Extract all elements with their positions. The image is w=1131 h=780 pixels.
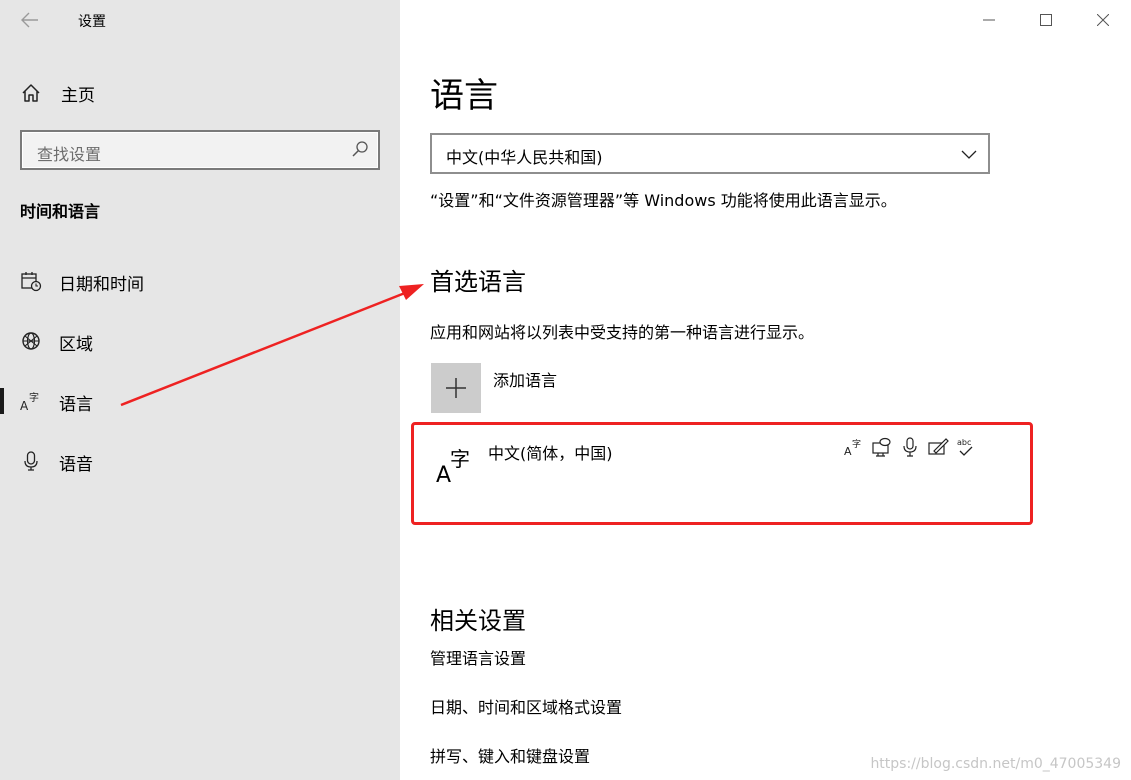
search-input[interactable]: 查找设置 [37,141,101,165]
spelling-typing-keyboard-link[interactable]: 拼写、键入和键盘设置 [430,743,590,767]
svg-text:A: A [844,445,852,458]
speech-recognition-icon [899,436,921,458]
language-icon: A 字 [436,447,470,484]
handwriting-icon [927,436,949,458]
preferred-languages-heading: 首选语言 [430,268,526,296]
svg-text:A: A [436,463,451,484]
sidebar-item-label: 语言 [59,395,93,415]
sidebar: 设置 主页 查找设置 时间和语言 日期和时间 区域 A 字 语言 语音 [0,0,400,780]
window-controls [960,0,1131,40]
globe-icon [22,332,40,350]
microphone-icon [24,451,38,471]
add-language-label: 添加语言 [493,371,558,390]
title-bar: 设置 [0,0,400,40]
maximize-icon [1039,14,1052,26]
date-time-region-format-link[interactable]: 日期、时间和区域格式设置 [430,694,622,718]
sidebar-item-label: 语音 [59,455,93,475]
home-label: 主页 [61,86,95,106]
language-features: A 字 abc [843,436,977,458]
minimize-button[interactable] [960,0,1017,40]
language-name: 中文(简体，中国) [488,444,613,463]
svg-text:A: A [20,399,29,412]
language-list-item[interactable]: A 字 中文(简体，中国) A 字 abc [430,428,1020,518]
sidebar-item-region[interactable]: 区域 [0,318,400,364]
main-content: 语言 中文(中华人民共和国) “设置”和“文件资源管理器”等 Windows 功… [400,0,1131,780]
back-button[interactable] [14,6,46,34]
text-to-speech-icon [871,436,893,458]
sidebar-item-language[interactable]: A 字 语言 [0,378,400,424]
selection-indicator [0,388,4,414]
display-language-icon: A 字 [843,436,865,458]
svg-text:abc: abc [957,438,971,447]
language-icon: A 字 [20,391,39,412]
add-button-tile [431,363,481,413]
sidebar-item-date-time[interactable]: 日期和时间 [0,258,400,304]
spell-check-icon: abc [955,436,977,458]
search-icon[interactable] [351,140,369,158]
chevron-down-icon [961,150,977,159]
svg-text:字: 字 [450,447,470,471]
section-title: 时间和语言 [20,202,101,221]
display-language-select[interactable]: 中文(中华人民共和国) [430,133,990,174]
related-settings-heading: 相关设置 [430,607,526,635]
minimize-icon [982,19,995,21]
sidebar-item-label: 日期和时间 [59,275,144,295]
page-title: 语言 [430,76,498,116]
preferred-languages-description: 应用和网站将以列表中受支持的第一种语言进行显示。 [430,323,815,342]
selected-value: 中文(中华人民共和国) [446,148,603,167]
close-button[interactable] [1074,0,1131,40]
manage-language-settings-link[interactable]: 管理语言设置 [430,645,526,669]
back-arrow-icon [21,12,38,28]
plus-icon [446,378,466,398]
watermark: https://blog.csdn.net/m0_47005349 [870,756,1121,772]
home-nav-item[interactable]: 主页 [0,72,400,112]
sidebar-item-label: 区域 [59,335,93,355]
close-icon [1096,14,1109,26]
calendar-clock-icon [21,272,42,292]
home-icon [22,84,40,102]
search-box[interactable]: 查找设置 [20,130,380,170]
svg-text:字: 字 [29,391,39,404]
maximize-button[interactable] [1017,0,1074,40]
app-title: 设置 [78,14,106,30]
display-language-description: “设置”和“文件资源管理器”等 Windows 功能将使用此语言显示。 [430,191,897,210]
svg-text:字: 字 [852,438,861,450]
sidebar-item-speech[interactable]: 语音 [0,438,400,484]
